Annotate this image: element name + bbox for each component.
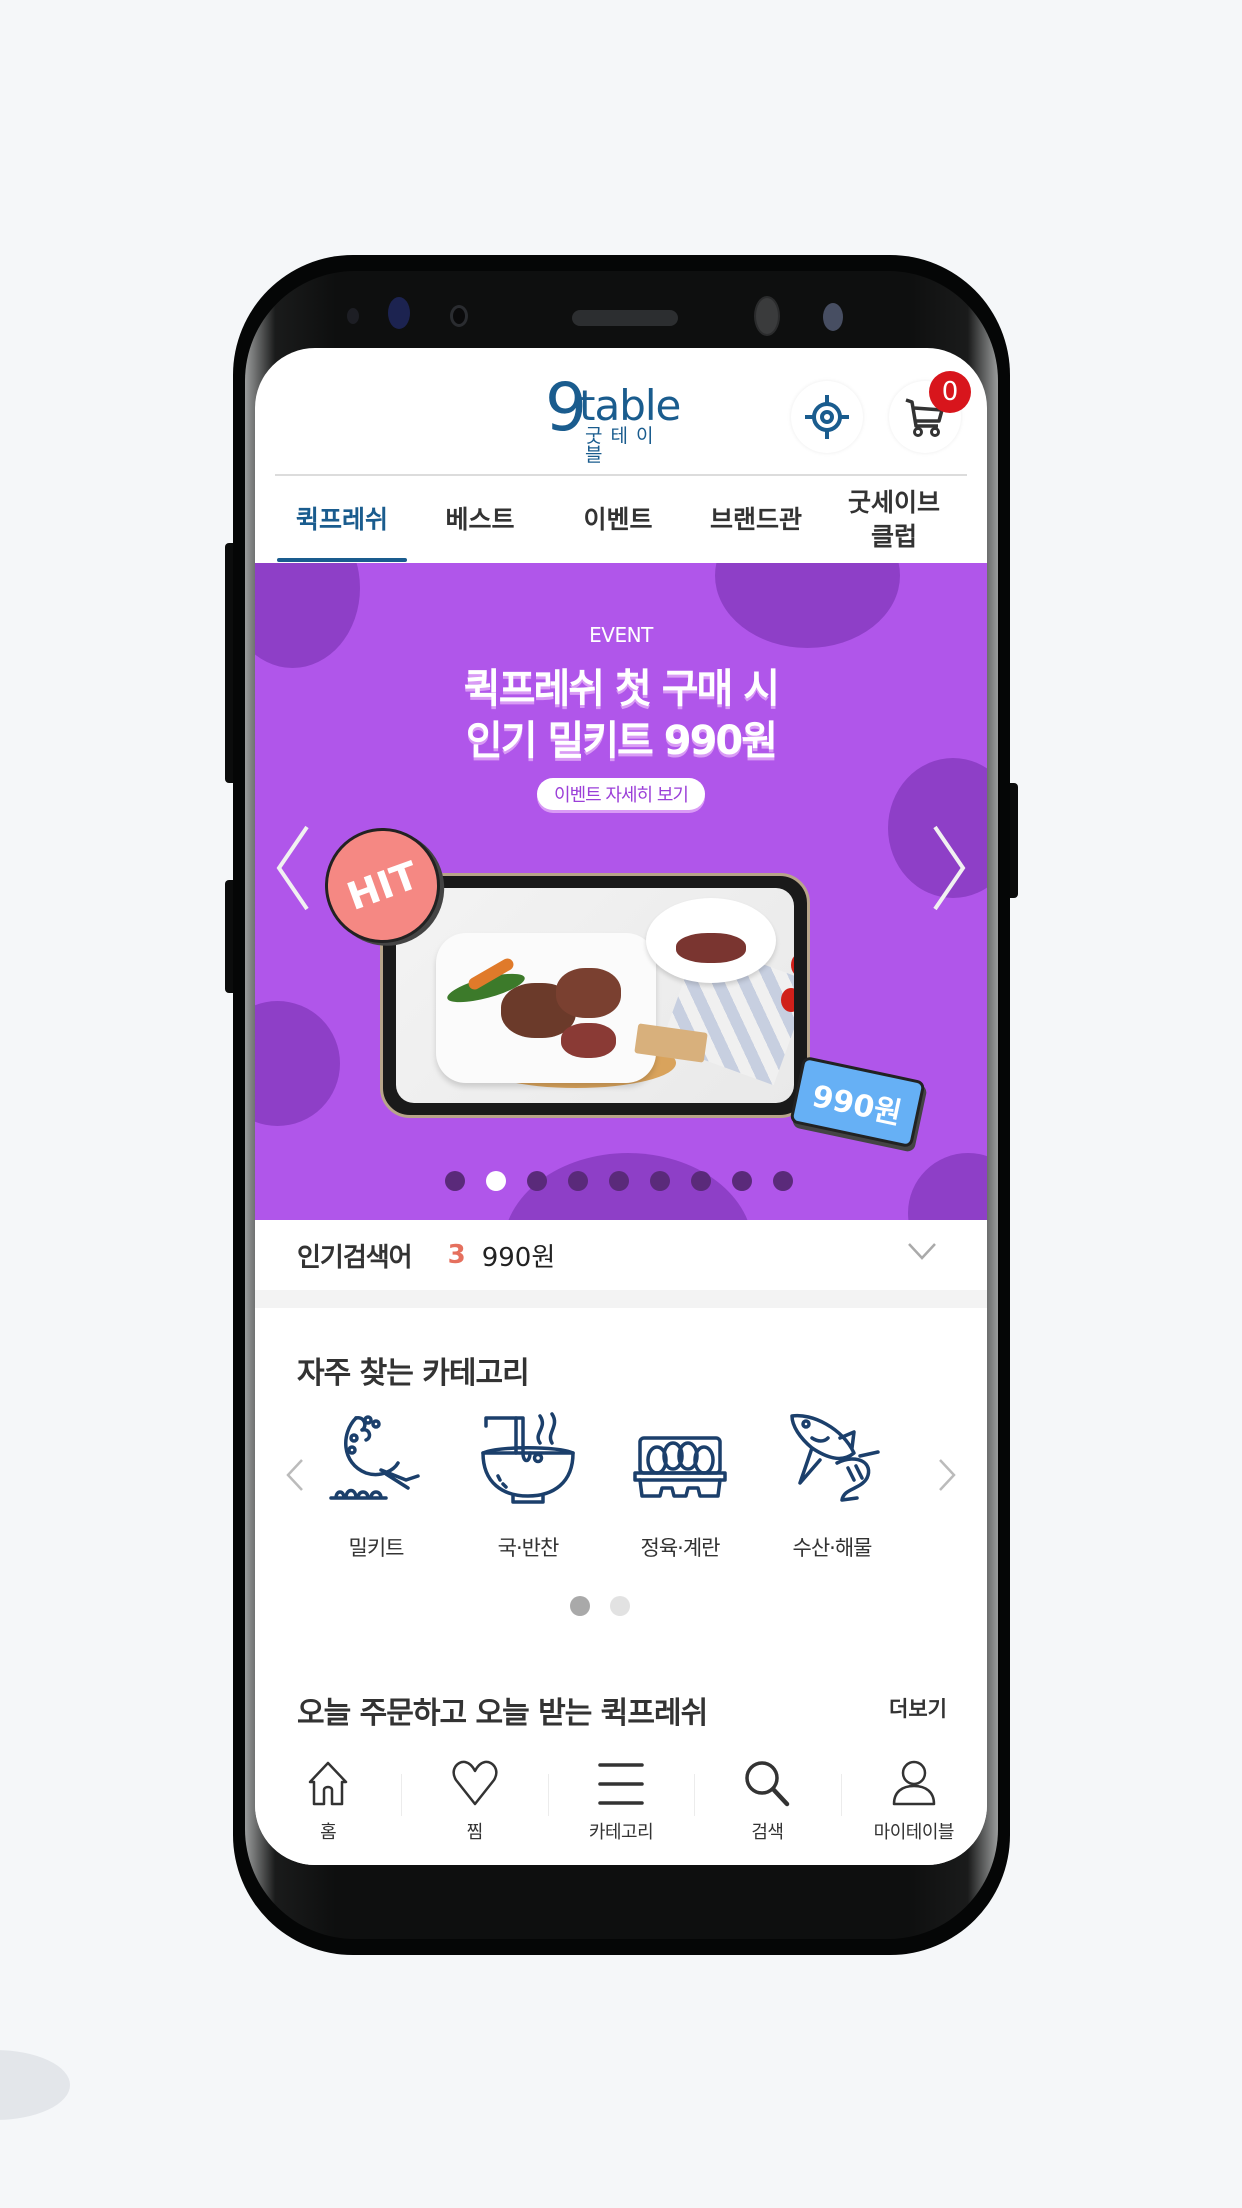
banner-page-dot[interactable]: [690, 1171, 711, 1191]
tab-goodsave-club[interactable]: 굿세이브 클럽: [825, 478, 963, 562]
proximity-sensor: [450, 305, 468, 327]
category-pagination: [255, 1596, 987, 1616]
steak-slice: [561, 1023, 616, 1058]
front-sensor: [388, 297, 410, 329]
nav-category[interactable]: 카테고리: [547, 1746, 694, 1865]
user-icon: [892, 1760, 936, 1806]
category-next-arrow[interactable]: [937, 1458, 957, 1492]
price-tag: 990원: [789, 1055, 926, 1149]
bottom-navigation: 홈 찜 카테고리 검색 마이테이블: [255, 1746, 987, 1865]
banner-eyebrow: EVENT: [589, 623, 653, 647]
cart-button[interactable]: 0: [889, 371, 971, 453]
banner-page-dot[interactable]: [731, 1171, 752, 1191]
egg-carton-icon: [633, 1436, 727, 1498]
category-tabs: 퀵프레쉬 베스트 이벤트 브랜드관 굿세이브 클럽: [255, 478, 987, 562]
tab-brand[interactable]: 브랜드관: [687, 478, 825, 562]
category-item-soup[interactable]: 국·반찬: [452, 1408, 604, 1562]
crosshair-icon: [805, 395, 849, 439]
category-page-dot[interactable]: [570, 1596, 590, 1616]
wok-cooking-icon: [329, 1415, 420, 1500]
banner-page-dot[interactable]: [444, 1171, 465, 1191]
nav-label: 카테고리: [588, 1822, 654, 1843]
category-label: 수산·해물: [792, 1536, 873, 1560]
nav-label: 마이테이블: [873, 1822, 955, 1843]
banner-page-dot[interactable]: [772, 1171, 793, 1191]
header-divider: [275, 474, 967, 476]
fish-shrimp-icon: [790, 1413, 880, 1502]
banner-title-line1: 퀵프레쉬 첫 구매 시: [463, 666, 780, 712]
steak-photo: [396, 888, 794, 1103]
quickfresh-section-title: 오늘 주문하고 오늘 받는 퀵프레쉬: [297, 1696, 708, 1731]
event-banner[interactable]: EVENT 퀵프레쉬 첫 구매 시 인기 밀키트 990원 이벤트 자세히 보기: [255, 563, 987, 1220]
nav-search[interactable]: 검색: [694, 1746, 840, 1865]
banner-page-dot[interactable]: [567, 1171, 588, 1191]
banner-title: 퀵프레쉬 첫 구매 시 인기 밀키트 990원: [255, 663, 987, 767]
category-label: 밀키트: [348, 1536, 405, 1560]
banner-prev-arrow[interactable]: [273, 823, 313, 913]
category-item-seafood[interactable]: 수산·해물: [756, 1408, 908, 1562]
search-icon: [745, 1761, 790, 1807]
steak: [556, 968, 621, 1018]
logo[interactable]: 9 table 굿테이블: [545, 375, 681, 465]
heart-icon: [452, 1760, 498, 1806]
nav-label: 찜: [466, 1822, 484, 1843]
location-button[interactable]: [791, 381, 863, 453]
menu-icon: [598, 1763, 644, 1805]
category-item-meat-egg[interactable]: 정육·계란: [604, 1408, 756, 1562]
app-header: 9 table 굿테이블 0: [255, 348, 987, 473]
decor-blob: [255, 563, 360, 668]
front-camera: [754, 296, 780, 336]
event-detail-button[interactable]: 이벤트 자세히 보기: [537, 778, 705, 810]
nav-label: 검색: [751, 1822, 784, 1843]
logo-word: table: [579, 381, 681, 430]
floor-shadow: [0, 2050, 70, 2120]
banner-pagination: [255, 1171, 987, 1191]
app-screen: 9 table 굿테이블 0 퀵프레쉬 베스트 이벤트 브랜드관 굿세이브 클럽…: [255, 348, 987, 1865]
more-link[interactable]: 더보기: [889, 1693, 947, 1723]
section-separator: [255, 1290, 987, 1308]
banner-next-arrow[interactable]: [929, 823, 969, 913]
category-page-dot[interactable]: [610, 1596, 630, 1616]
nav-home[interactable]: 홈: [255, 1746, 401, 1865]
tab-quickfresh[interactable]: 퀵프레쉬: [273, 478, 411, 562]
nav-label: 홈: [320, 1822, 337, 1843]
category-item-mealkit[interactable]: 밀키트: [300, 1408, 452, 1562]
logo-korean: 굿테이블: [585, 425, 662, 466]
tab-best[interactable]: 베스트: [411, 478, 549, 562]
tomato: [791, 953, 794, 977]
category-label: 정육·계란: [640, 1536, 721, 1560]
cart-count-badge: 0: [929, 371, 971, 413]
banner-title-line2: 인기 밀키트 990원: [465, 718, 778, 764]
decor-blob: [255, 1001, 340, 1126]
popular-search-bar[interactable]: 인기검색어 3 990원: [255, 1220, 987, 1290]
popular-search-term[interactable]: 990원: [482, 1237, 556, 1274]
home-icon: [308, 1761, 348, 1806]
iris-sensor: [823, 303, 843, 331]
popular-search-rank: 3: [447, 1240, 466, 1270]
sensor-dot: [347, 308, 359, 324]
nav-wishlist[interactable]: 찜: [401, 1746, 547, 1865]
banner-product-image: [380, 873, 810, 1118]
category-section-title: 자주 찾는 카테고리: [297, 1356, 530, 1391]
banner-page-dot[interactable]: [608, 1171, 629, 1191]
category-label: 국·반찬: [497, 1536, 560, 1560]
chevron-down-icon[interactable]: [907, 1242, 937, 1260]
category-list: 밀키트 국·반찬 정육·계란 수산·해물: [300, 1408, 910, 1562]
banner-page-dot[interactable]: [649, 1171, 670, 1191]
steak-slice: [676, 933, 746, 963]
earpiece-speaker: [572, 310, 678, 326]
tomato: [781, 988, 794, 1012]
banner-page-dot[interactable]: [485, 1171, 506, 1191]
popular-search-label: 인기검색어: [297, 1242, 413, 1273]
banner-page-dot[interactable]: [526, 1171, 547, 1191]
nav-my-table[interactable]: 마이테이블: [840, 1746, 987, 1865]
soup-bowl-icon: [481, 1412, 575, 1504]
tab-event[interactable]: 이벤트: [549, 478, 687, 562]
